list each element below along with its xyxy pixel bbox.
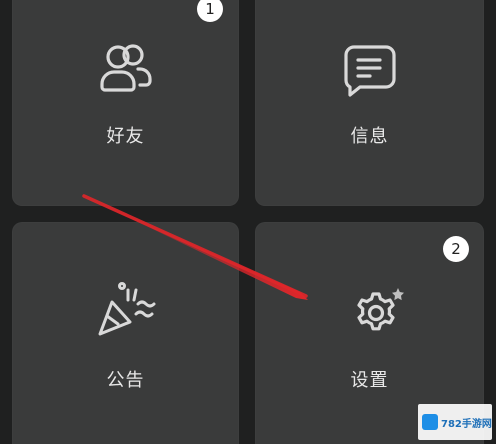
watermark-logo: 782手游网 [418,404,492,440]
users-icon [99,44,152,92]
messages-label: 信息 [350,126,389,147]
watermark-icon [422,414,438,430]
watermark-text: 782手游网 [441,418,492,430]
gear-icon [356,288,404,331]
settings-label: 设置 [350,370,389,391]
step-badge-2: 2 [443,236,469,262]
friends-tile[interactable]: 好友 [12,0,239,206]
menu-grid: 好友 信息 公告 设置 1 2 782手游网 [0,0,496,444]
messages-tile[interactable]: 信息 [255,0,484,206]
friends-label: 好友 [106,126,145,147]
message-icon [343,45,396,97]
party-popper-icon [98,282,155,336]
notice-tile[interactable]: 公告 [12,222,239,444]
notice-label: 公告 [106,370,145,391]
